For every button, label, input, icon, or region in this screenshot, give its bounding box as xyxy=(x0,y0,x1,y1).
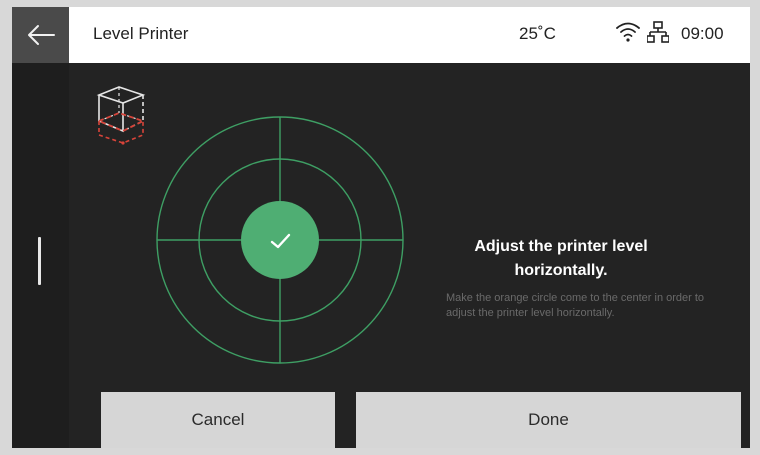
level-indicator xyxy=(241,201,319,279)
network-icon xyxy=(647,21,669,43)
level-target xyxy=(156,116,404,364)
wifi-icon xyxy=(616,22,640,42)
printer-cube-icon xyxy=(96,86,146,145)
sidebar xyxy=(12,7,69,448)
done-button[interactable]: Done xyxy=(356,392,741,448)
page-title: Level Printer xyxy=(93,24,189,43)
page-indicator xyxy=(38,237,41,285)
main-content: Adjust the printer level horizontally. M… xyxy=(69,63,750,448)
clock: 09:00 xyxy=(681,24,724,43)
top-bar: Level Printer 25˚C 09:00 xyxy=(69,7,750,63)
temperature-readout: 25˚C xyxy=(519,24,556,43)
printer-screen: Level Printer 25˚C 09:00 Adjust the prin… xyxy=(12,7,750,448)
back-arrow-icon xyxy=(27,25,55,45)
instruction-text: Make the orange circle come to the cente… xyxy=(446,292,705,319)
cancel-button[interactable]: Cancel xyxy=(101,392,335,448)
instruction-title: Adjust the printer level horizontally. xyxy=(474,238,648,279)
back-button[interactable] xyxy=(12,7,69,63)
device-frame: Level Printer 25˚C 09:00 Adjust the prin… xyxy=(0,0,760,455)
